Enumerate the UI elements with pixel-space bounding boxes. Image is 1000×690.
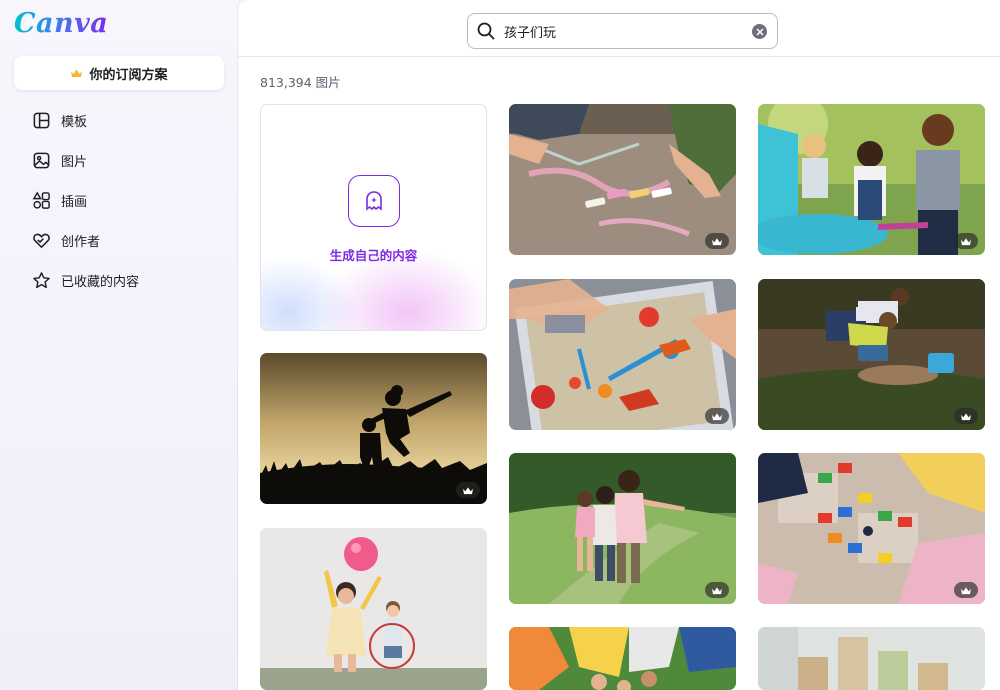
main-content: 813,394 图片 生成自己的内容 (238, 0, 1000, 690)
image-result-card[interactable] (509, 627, 736, 690)
premium-crown-icon (705, 408, 729, 424)
shapes-icon (32, 190, 50, 209)
image-result-card[interactable] (260, 528, 487, 690)
sidebar-item-templates[interactable]: 模板 (0, 100, 238, 140)
girl-balloon-photo (260, 528, 487, 690)
sidebar-item-label: 图片 (61, 154, 88, 170)
sensory-bin-photo (509, 279, 736, 430)
search-icon (477, 22, 495, 40)
mud-puddle-kids-photo (758, 279, 985, 430)
image-result-card[interactable] (509, 104, 736, 255)
chalk-drawing-photo (509, 104, 736, 255)
magic-generate-icon (348, 175, 400, 227)
premium-crown-icon (954, 408, 978, 424)
search-box[interactable] (467, 13, 778, 49)
kids-running-park-photo (509, 453, 736, 604)
sidebar-item-label: 插画 (61, 194, 88, 210)
generate-own-content-card[interactable]: 生成自己的内容 (260, 104, 487, 331)
subscription-plan-label: 你的订阅方案 (89, 67, 168, 83)
image-result-card[interactable] (758, 104, 985, 255)
water-table-kids-photo (758, 104, 985, 255)
wooden-blocks-photo (758, 627, 985, 690)
premium-crown-icon (954, 582, 978, 598)
sidebar-item-label: 已收藏的内容 (61, 274, 140, 290)
sidebar-nav: 模板 图片 插画 创作者 已收藏的内容 (0, 100, 238, 300)
heart-hands-icon (33, 233, 50, 248)
image-icon (33, 152, 50, 168)
search-input[interactable] (504, 23, 744, 39)
hands-circle-photo (509, 627, 736, 690)
image-result-card[interactable] (509, 453, 736, 604)
sidebar-item-illustrations[interactable]: 插画 (0, 180, 238, 220)
image-result-card[interactable] (758, 627, 985, 690)
sidebar-item-label: 模板 (61, 114, 88, 130)
clear-search-icon[interactable] (752, 24, 767, 39)
sidebar: Canva 你的订阅方案 模板 图片 插画 创作者 已收藏的内容 (0, 0, 238, 690)
silhouette-sunset-photo (260, 353, 487, 504)
sidebar-item-label: 创作者 (61, 234, 101, 250)
premium-crown-icon (954, 233, 978, 249)
premium-crown-icon (705, 233, 729, 249)
premium-crown-icon (705, 582, 729, 598)
premium-crown-icon (456, 482, 480, 498)
top-bar (238, 0, 1000, 57)
sidebar-item-starred[interactable]: 已收藏的内容 (0, 260, 238, 300)
sidebar-item-photos[interactable]: 图片 (0, 140, 238, 180)
sidebar-item-creators[interactable]: 创作者 (0, 220, 238, 260)
template-icon (33, 112, 50, 128)
star-icon (33, 271, 50, 288)
canva-logo[interactable]: Canva (14, 8, 108, 39)
result-count: 813,394 图片 (260, 75, 341, 90)
image-result-card[interactable] (758, 453, 985, 604)
image-result-card[interactable] (509, 279, 736, 430)
image-result-card[interactable] (758, 279, 985, 430)
floor-toys-photo (758, 453, 985, 604)
subscription-plan-button[interactable]: 你的订阅方案 (14, 56, 224, 90)
image-result-card[interactable] (260, 353, 487, 504)
generate-own-content-label: 生成自己的内容 (329, 248, 418, 263)
crown-icon (71, 69, 83, 77)
